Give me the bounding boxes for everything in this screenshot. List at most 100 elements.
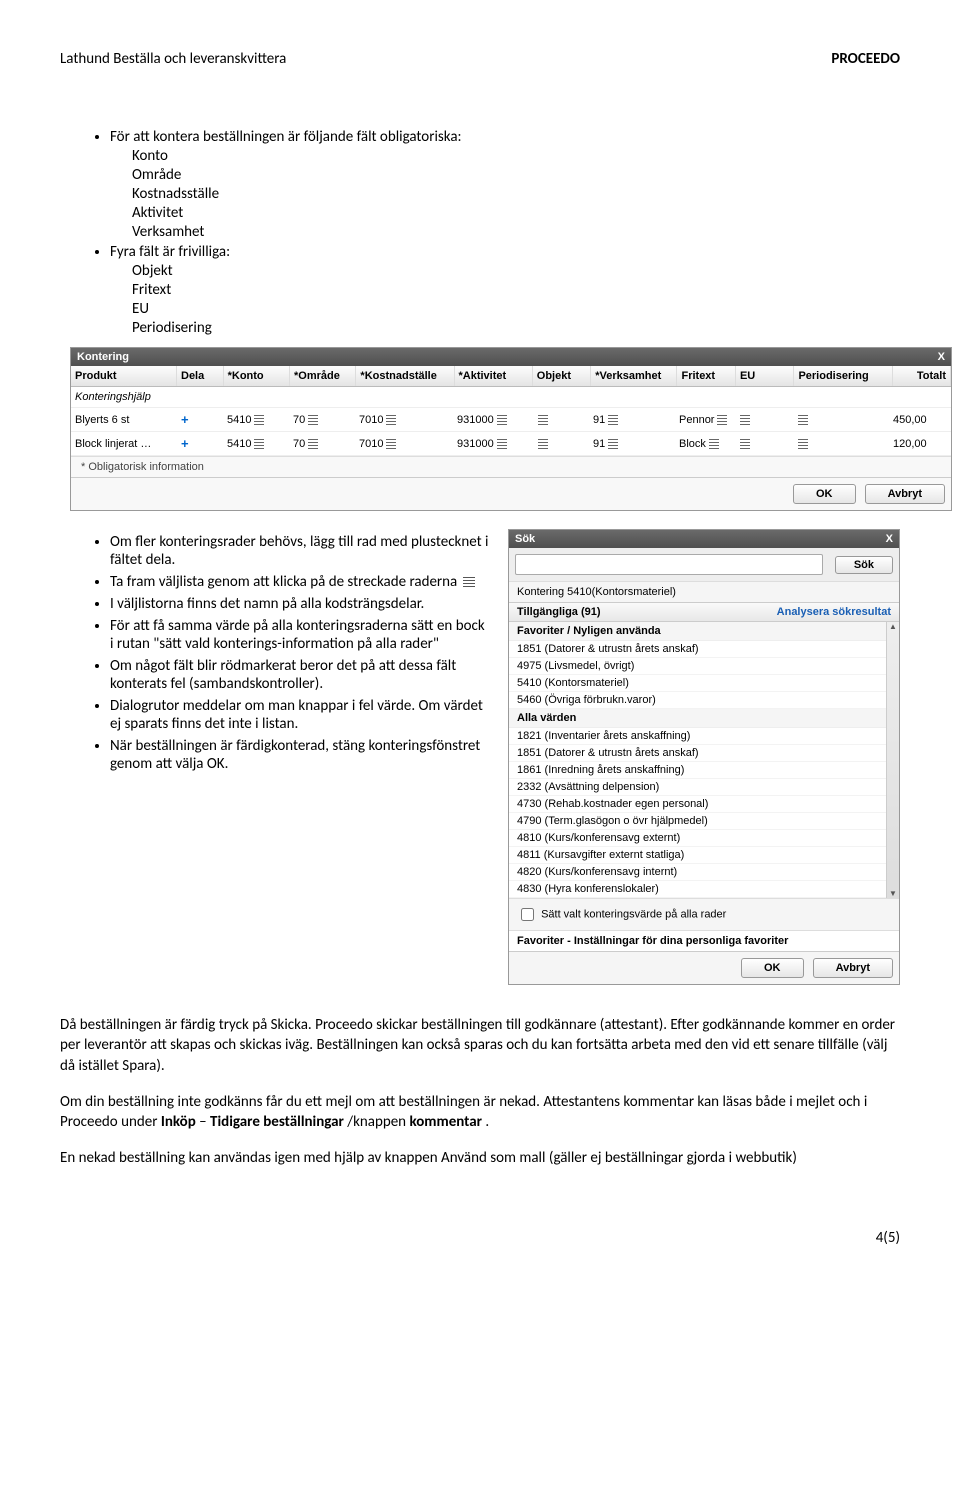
field-verksamhet: Verksamhet — [132, 223, 900, 241]
favoriter-header: Favoriter / Nyligen använda — [509, 622, 887, 641]
favoriter-line[interactable]: Favoriter - Inställningar för dina perso… — [517, 935, 788, 947]
bullet-item: I väljlistorna finns det namn på alla ko… — [110, 595, 490, 613]
field-periodisering: Periodisering — [132, 319, 900, 337]
list-icon[interactable] — [497, 415, 507, 425]
col-totalt: Totalt — [893, 366, 951, 386]
plus-icon[interactable]: + — [181, 412, 189, 427]
field-aktivitet: Aktivitet — [132, 204, 900, 222]
cell-verk[interactable]: 91 — [593, 438, 605, 450]
bullet-item: Ta fram väljlista genom att klicka på de… — [110, 573, 490, 591]
list-icon[interactable] — [386, 415, 396, 425]
kontering-title: Kontering — [77, 351, 129, 363]
header-right: PROCEEDO — [831, 50, 900, 68]
list-item[interactable]: 1821 (Inventarier årets anskaffning) — [509, 728, 887, 745]
sok-button[interactable]: Sök — [835, 556, 893, 574]
sok-panel: Sök X Sök Kontering 5410(Kontorsmateriel… — [508, 529, 900, 985]
bold-kommentar: kommentar — [409, 1113, 482, 1131]
list-icon[interactable] — [254, 415, 264, 425]
close-icon[interactable]: X — [886, 533, 893, 545]
bold-inkop: Inköp — [161, 1113, 196, 1131]
cell-fri[interactable]: Block — [679, 438, 706, 450]
cell-konto[interactable]: 5410 — [227, 438, 251, 450]
bullet-item: Om fler konteringsrader behövs, lägg til… — [110, 533, 490, 569]
plus-icon[interactable]: + — [181, 436, 189, 451]
avbryt-button[interactable]: Avbryt — [865, 484, 945, 504]
list-icon[interactable] — [497, 439, 507, 449]
sok-input[interactable] — [515, 554, 823, 575]
list-item[interactable]: 4811 (Kursavgifter externt statliga) — [509, 847, 887, 864]
bullet-item: För att få samma värde på alla kontering… — [110, 617, 490, 653]
sok-kontering-line: Kontering 5410(Kontorsmateriel) — [509, 581, 899, 602]
list-icon[interactable] — [740, 415, 750, 425]
cell-fri[interactable]: Pennor — [679, 414, 714, 426]
avbryt-button[interactable]: Avbryt — [813, 958, 893, 978]
set-all-checkbox[interactable] — [521, 908, 534, 921]
list-icon[interactable] — [386, 439, 396, 449]
cell-omrade[interactable]: 70 — [293, 414, 305, 426]
list-item[interactable]: 4790 (Term.glasögon o övr hjälpmedel) — [509, 813, 887, 830]
list-icon[interactable] — [538, 439, 548, 449]
table-row: Blyerts 6 st + 5410 70 7010 931000 91 Pe… — [71, 408, 951, 432]
paragraph: Om din beställning inte godkänns får du … — [60, 1092, 900, 1133]
list-icon[interactable] — [608, 415, 618, 425]
list-item[interactable]: 4830 (Hyra konferenslokaler) — [509, 881, 887, 898]
list-icon[interactable] — [308, 415, 318, 425]
alla-varden-header: Alla värden — [509, 709, 887, 728]
konteringshjalp-label: Konteringshjälp — [71, 387, 177, 407]
tillgangliga-label: Tillgängliga (91) — [517, 606, 601, 618]
cell-verk[interactable]: 91 — [593, 414, 605, 426]
list-icon[interactable] — [740, 439, 750, 449]
col-objekt: Objekt — [533, 366, 591, 386]
col-eu: EU — [736, 366, 794, 386]
list-item[interactable]: 1851 (Datorer & utrustn årets anskaf) — [509, 745, 887, 762]
list-item[interactable]: 4975 (Livsmedel, övrigt) — [509, 658, 887, 675]
page-header: Lathund Beställa och leveranskvittera PR… — [60, 50, 900, 68]
konteringshjalp-row[interactable]: Konteringshjälp — [71, 387, 951, 408]
sok-title: Sök — [515, 533, 535, 545]
kontering-panel: Kontering X Produkt Dela *Konto *Område … — [70, 347, 952, 511]
list-icon[interactable] — [709, 439, 719, 449]
cell-omrade[interactable]: 70 — [293, 438, 305, 450]
analysera-link[interactable]: Analysera sökresultat — [777, 606, 891, 618]
list-icon[interactable] — [308, 439, 318, 449]
close-icon[interactable]: X — [938, 351, 945, 363]
list-item[interactable]: 4820 (Kurs/konferensavg internt) — [509, 864, 887, 881]
ok-button[interactable]: OK — [793, 484, 856, 504]
bullet-item: Om något fält blir rödmarkerat beror det… — [110, 657, 490, 693]
list-icon[interactable] — [798, 439, 808, 449]
scrollbar[interactable] — [886, 622, 899, 898]
header-left: Lathund Beställa och leveranskvittera — [60, 50, 286, 68]
list-icon[interactable] — [608, 439, 618, 449]
list-item[interactable]: 5460 (Övriga förbrukn.varor) — [509, 692, 887, 709]
col-verksamhet: *Verksamhet — [591, 366, 677, 386]
list-icon[interactable] — [538, 415, 548, 425]
list-item[interactable]: 4730 (Rehab.kostnader egen personal) — [509, 796, 887, 813]
list-item[interactable]: 1851 (Datorer & utrustn årets anskaf) — [509, 641, 887, 658]
obligatorisk-note: * Obligatorisk information — [71, 456, 951, 477]
list-item[interactable]: 1861 (Inredning årets anskaffning) — [509, 762, 887, 779]
bullet-item: Dialogrutor meddelar om man knappar i fe… — [110, 697, 490, 733]
paragraph: En nekad beställning kan användas igen m… — [60, 1148, 900, 1168]
cell-totalt: 120,00 — [889, 432, 947, 455]
set-all-label: Sätt valt konteringsvärde på alla rader — [541, 908, 726, 920]
cell-produkt: Blyerts 6 st — [71, 408, 177, 431]
cell-kost[interactable]: 7010 — [359, 414, 383, 426]
table-row: Block linjerat … + 5410 70 7010 931000 9… — [71, 432, 951, 456]
paragraph: Då beställningen är färdig tryck på Skic… — [60, 1015, 900, 1076]
cell-akt[interactable]: 931000 — [457, 414, 494, 426]
list-item[interactable]: 5410 (Kontorsmateriel) — [509, 675, 887, 692]
list-icon[interactable] — [798, 415, 808, 425]
list-item[interactable]: 2332 (Avsättning delpension) — [509, 779, 887, 796]
cell-kost[interactable]: 7010 — [359, 438, 383, 450]
page-number: 4(5) — [60, 1229, 900, 1247]
ok-button[interactable]: OK — [741, 958, 804, 978]
list-icon[interactable] — [254, 439, 264, 449]
field-kostnadsstalle: Kostnadsställe — [132, 185, 900, 203]
cell-konto[interactable]: 5410 — [227, 414, 251, 426]
cell-akt[interactable]: 931000 — [457, 438, 494, 450]
list-icon[interactable] — [717, 415, 727, 425]
mandatory-intro: För att kontera beställningen är följand… — [110, 128, 462, 146]
col-periodisering: Periodisering — [794, 366, 892, 386]
list-item[interactable]: 4810 (Kurs/konferensavg externt) — [509, 830, 887, 847]
field-objekt: Objekt — [132, 262, 900, 280]
